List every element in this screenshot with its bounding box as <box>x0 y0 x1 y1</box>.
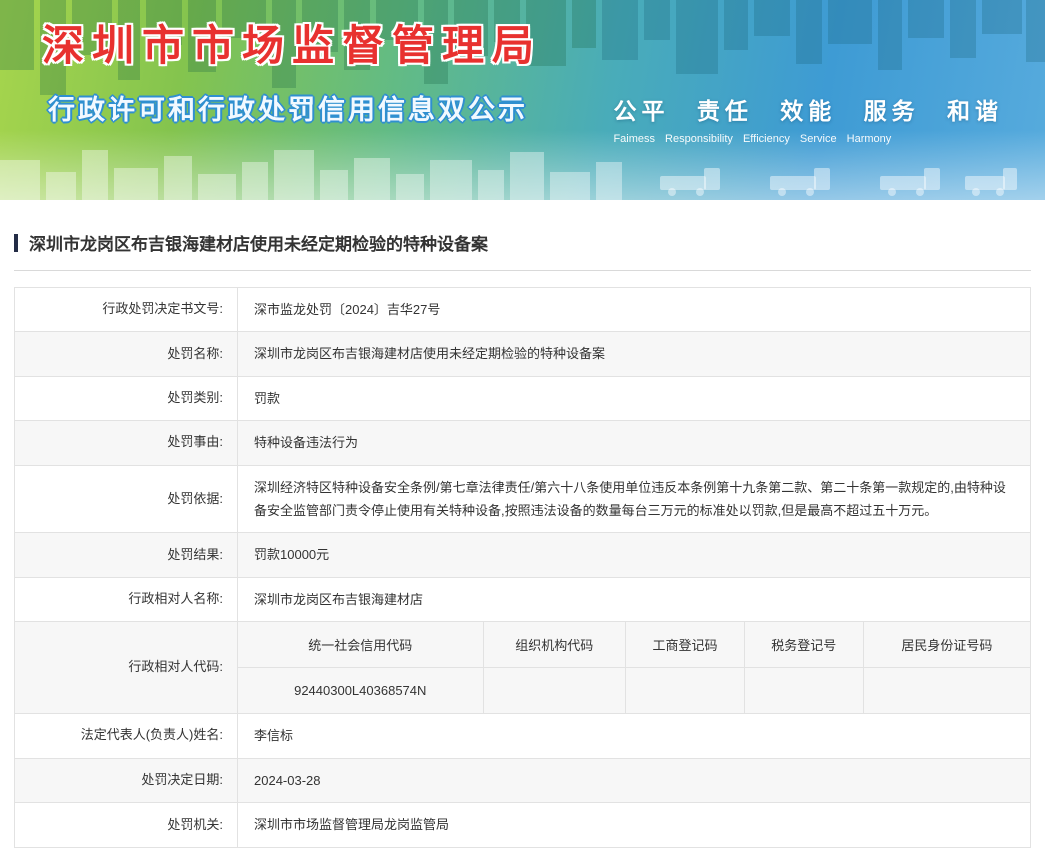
slogan-english: Faimess Responsibility Efficiency Servic… <box>613 133 1003 145</box>
code-header-cell: 税务登记号 <box>745 622 864 667</box>
row-value: 深圳经济特区特种设备安全条例/第七章法律责任/第六十八条使用单位违反本条例第十九… <box>238 466 1030 533</box>
table-row: 行政相对人名称: 深圳市龙岗区布吉银海建材店 <box>15 578 1030 622</box>
title-accent-bar <box>14 234 18 252</box>
code-value-cell: 92440300L40368574N <box>238 668 484 713</box>
table-row: 行政处罚决定书文号: 深市监龙处罚〔2024〕吉华27号 <box>15 288 1030 332</box>
row-label: 行政相对人名称: <box>15 578 238 621</box>
row-value: 特种设备违法行为 <box>238 421 1030 464</box>
row-value: 李信标 <box>238 714 1030 757</box>
row-label: 处罚名称: <box>15 332 238 375</box>
code-header-cell: 工商登记码 <box>626 622 745 667</box>
row-label: 处罚类别: <box>15 377 238 420</box>
row-value: 深市监龙处罚〔2024〕吉华27号 <box>238 288 1030 331</box>
row-label: 法定代表人(负责人)姓名: <box>15 714 238 757</box>
table-row: 处罚决定日期: 2024-03-28 <box>15 759 1030 803</box>
code-value-cell <box>745 668 864 713</box>
penalty-info-table: 行政处罚决定书文号: 深市监龙处罚〔2024〕吉华27号 处罚名称: 深圳市龙岗… <box>14 287 1031 848</box>
table-row: 法定代表人(负责人)姓名: 李信标 <box>15 714 1030 758</box>
code-header-cell: 统一社会信用代码 <box>238 622 484 667</box>
code-value-cell <box>626 668 745 713</box>
row-label: 行政处罚决定书文号: <box>15 288 238 331</box>
site-org-name: 深圳市市场监督管理局 <box>42 12 542 73</box>
row-label: 行政相对人代码: <box>15 622 238 713</box>
page: 深圳市市场监督管理局 行政许可和行政处罚信用信息双公示 公平 责任 效能 服务 … <box>0 0 1045 860</box>
row-value: 罚款10000元 <box>238 533 1030 576</box>
table-row: 处罚类别: 罚款 <box>15 377 1030 421</box>
slogan-chinese: 公平 责任 效能 服务 和谐 <box>613 92 1003 126</box>
code-value-cell <box>484 668 627 713</box>
row-label: 处罚决定日期: <box>15 759 238 802</box>
row-value: 深圳市市场监督管理局龙岗监管局 <box>238 803 1030 847</box>
row-label: 处罚机关: <box>15 803 238 847</box>
page-title: 深圳市龙岗区布吉银海建材店使用未经定期检验的特种设备案 <box>29 230 488 255</box>
table-row: 处罚结果: 罚款10000元 <box>15 533 1030 577</box>
row-value: 罚款 <box>238 377 1030 420</box>
site-banner: 深圳市市场监督管理局 行政许可和行政处罚信用信息双公示 公平 责任 效能 服务 … <box>0 0 1045 200</box>
code-header-row: 统一社会信用代码 组织机构代码 工商登记码 税务登记号 居民身份证号码 <box>238 622 1030 668</box>
code-value-row: 92440300L40368574N <box>238 668 1030 713</box>
code-header-cell: 组织机构代码 <box>484 622 627 667</box>
table-row: 处罚依据: 深圳经济特区特种设备安全条例/第七章法律责任/第六十八条使用单位违反… <box>15 466 1030 534</box>
code-header-cell: 居民身份证号码 <box>864 622 1030 667</box>
row-value: 2024-03-28 <box>238 759 1030 802</box>
code-value-cell <box>864 668 1030 713</box>
row-label: 处罚依据: <box>15 466 238 533</box>
case-title-section: 深圳市龙岗区布吉银海建材店使用未经定期检验的特种设备案 <box>14 230 1031 271</box>
row-value: 深圳市龙岗区布吉银海建材店使用未经定期检验的特种设备案 <box>238 332 1030 375</box>
table-row-counterparty-codes: 行政相对人代码: 统一社会信用代码 组织机构代码 工商登记码 税务登记号 居民身… <box>15 622 1030 714</box>
row-label: 处罚结果: <box>15 533 238 576</box>
table-row: 处罚名称: 深圳市龙岗区布吉银海建材店使用未经定期检验的特种设备案 <box>15 332 1030 376</box>
table-row: 处罚事由: 特种设备违法行为 <box>15 421 1030 465</box>
banner-slogan: 公平 责任 效能 服务 和谐 Faimess Responsibility Ef… <box>613 92 1003 145</box>
table-row: 处罚机关: 深圳市市场监督管理局龙岗监管局 <box>15 803 1030 847</box>
code-sub-table: 统一社会信用代码 组织机构代码 工商登记码 税务登记号 居民身份证号码 9244… <box>238 622 1030 713</box>
site-subtitle: 行政许可和行政处罚信用信息双公示 <box>48 88 528 127</box>
row-value: 深圳市龙岗区布吉银海建材店 <box>238 578 1030 621</box>
row-label: 处罚事由: <box>15 421 238 464</box>
